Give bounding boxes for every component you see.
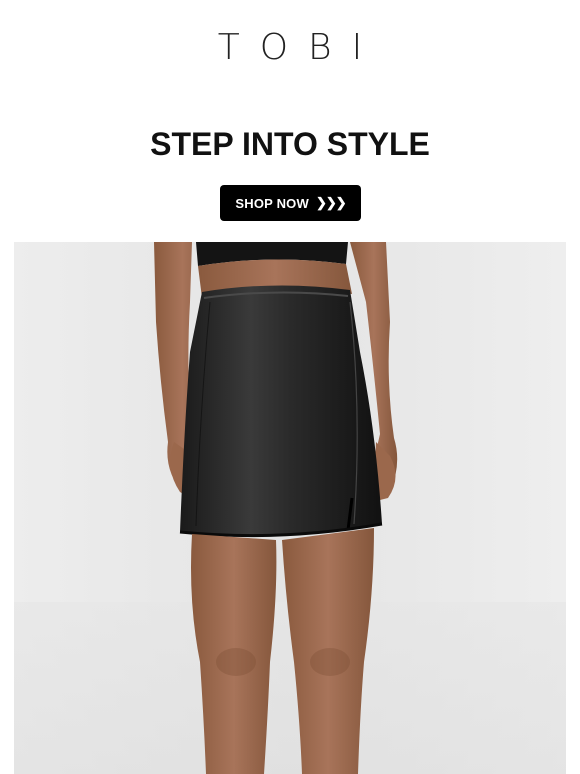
hero-headline: STEP INTO STYLE (150, 126, 430, 162)
hero-product-image[interactable] (14, 242, 566, 774)
brand-logo[interactable]: TOBI (0, 28, 580, 68)
triple-chevron-right-icon: ❯❯❯ (315, 195, 347, 210)
model-leather-mini-skirt-photo (14, 242, 566, 774)
shop-now-label: SHOP NOW (235, 195, 309, 211)
shop-now-button[interactable]: SHOP NOW ❯❯❯ (220, 185, 361, 221)
